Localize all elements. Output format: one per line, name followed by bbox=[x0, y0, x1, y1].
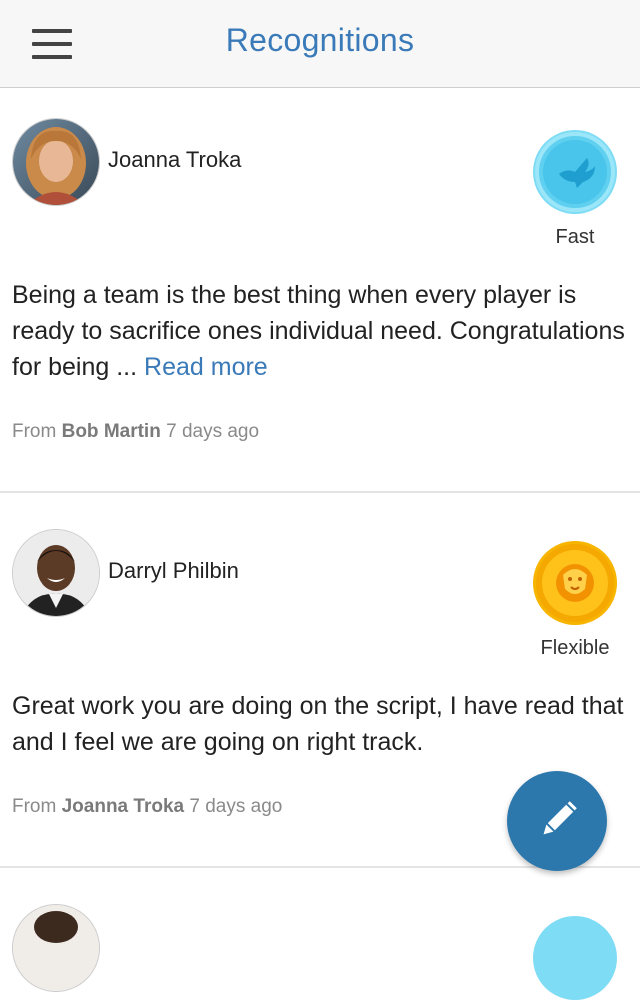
from-prefix: From bbox=[12, 796, 62, 817]
page-title: Recognitions bbox=[225, 22, 415, 58]
avatar[interactable] bbox=[12, 529, 100, 617]
timestamp: 7 days ago bbox=[160, 421, 260, 442]
compose-button[interactable] bbox=[507, 771, 607, 871]
recognition-message: Being a team is the best thing when ever… bbox=[12, 277, 632, 385]
app-header: Recognitions bbox=[0, 0, 640, 88]
user-name[interactable]: Joanna Troka bbox=[108, 147, 241, 173]
from-line: From Joanna Troka 7 days ago bbox=[12, 796, 282, 818]
badge-label: Fast bbox=[555, 226, 595, 248]
lion-icon bbox=[536, 544, 614, 622]
from-prefix: From bbox=[12, 421, 62, 442]
timestamp: 7 days ago bbox=[184, 796, 283, 817]
avatar-photo-darryl bbox=[13, 530, 99, 616]
avatar[interactable] bbox=[12, 118, 100, 206]
recognition-message: Great work you are doing on the script, … bbox=[12, 692, 624, 756]
message-text: Being a team is the best thing when ever… bbox=[12, 281, 625, 381]
avatar[interactable] bbox=[12, 904, 100, 992]
from-name[interactable]: Bob Martin bbox=[62, 421, 161, 442]
badge-flexible[interactable] bbox=[533, 541, 617, 625]
avatar-photo-joanna bbox=[13, 119, 99, 205]
recognition-card[interactable]: Joanna Troka Fast Being a team is the be… bbox=[0, 88, 640, 491]
from-name[interactable]: Joanna Troka bbox=[62, 796, 185, 817]
user-name[interactable]: Darryl Philbin bbox=[108, 558, 239, 584]
badge[interactable] bbox=[533, 916, 617, 1000]
avatar-photo bbox=[13, 905, 99, 991]
pencil-icon bbox=[543, 801, 577, 835]
recognition-card[interactable] bbox=[0, 868, 640, 1000]
read-more-link[interactable]: Read more bbox=[144, 353, 268, 381]
from-line: From Bob Martin 7 days ago bbox=[12, 421, 259, 443]
badge-label: Flexible bbox=[540, 637, 610, 659]
badge-fast[interactable] bbox=[533, 130, 617, 214]
dove-icon bbox=[535, 132, 615, 212]
